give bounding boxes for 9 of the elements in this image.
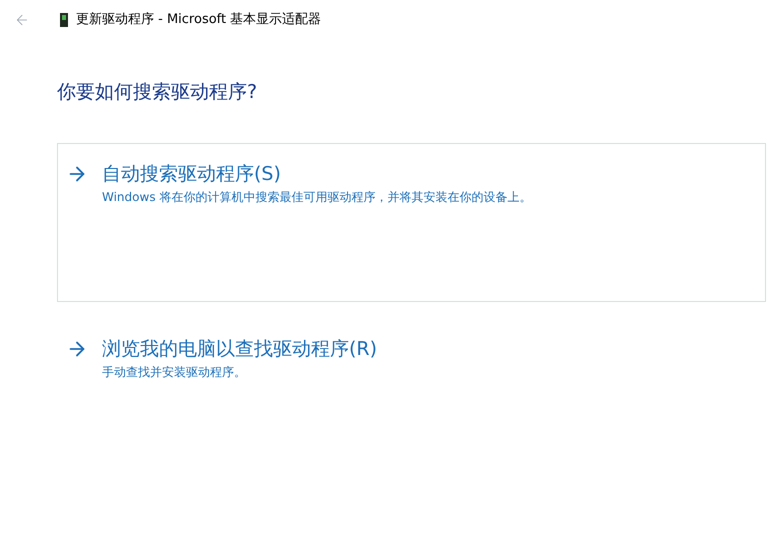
window-title: 更新驱动程序 - Microsoft 基本显示适配器 [76,11,322,30]
driver-option[interactable]: 浏览我的电脑以查找驱动程序(R) 手动查找并安装驱动程序。 [57,318,766,394]
device-icon [60,13,68,27]
option-title: 浏览我的电脑以查找驱动程序(R) [102,336,378,362]
option-description: 手动查找并安装驱动程序。 [102,364,247,381]
driver-option[interactable]: 自动搜索驱动程序(S) Windows 将在你的计算机中搜索最佳可用驱动程序，并将其安装在你的设备上。 [57,142,766,302]
option-description: Windows 将在你的计算机中搜索最佳可用驱动程序，并将其安装在你的设备上。 [102,189,532,206]
page-heading: 你要如何搜索驱动程序? [57,80,258,105]
option-title: 自动搜索驱动程序(S) [102,162,281,186]
